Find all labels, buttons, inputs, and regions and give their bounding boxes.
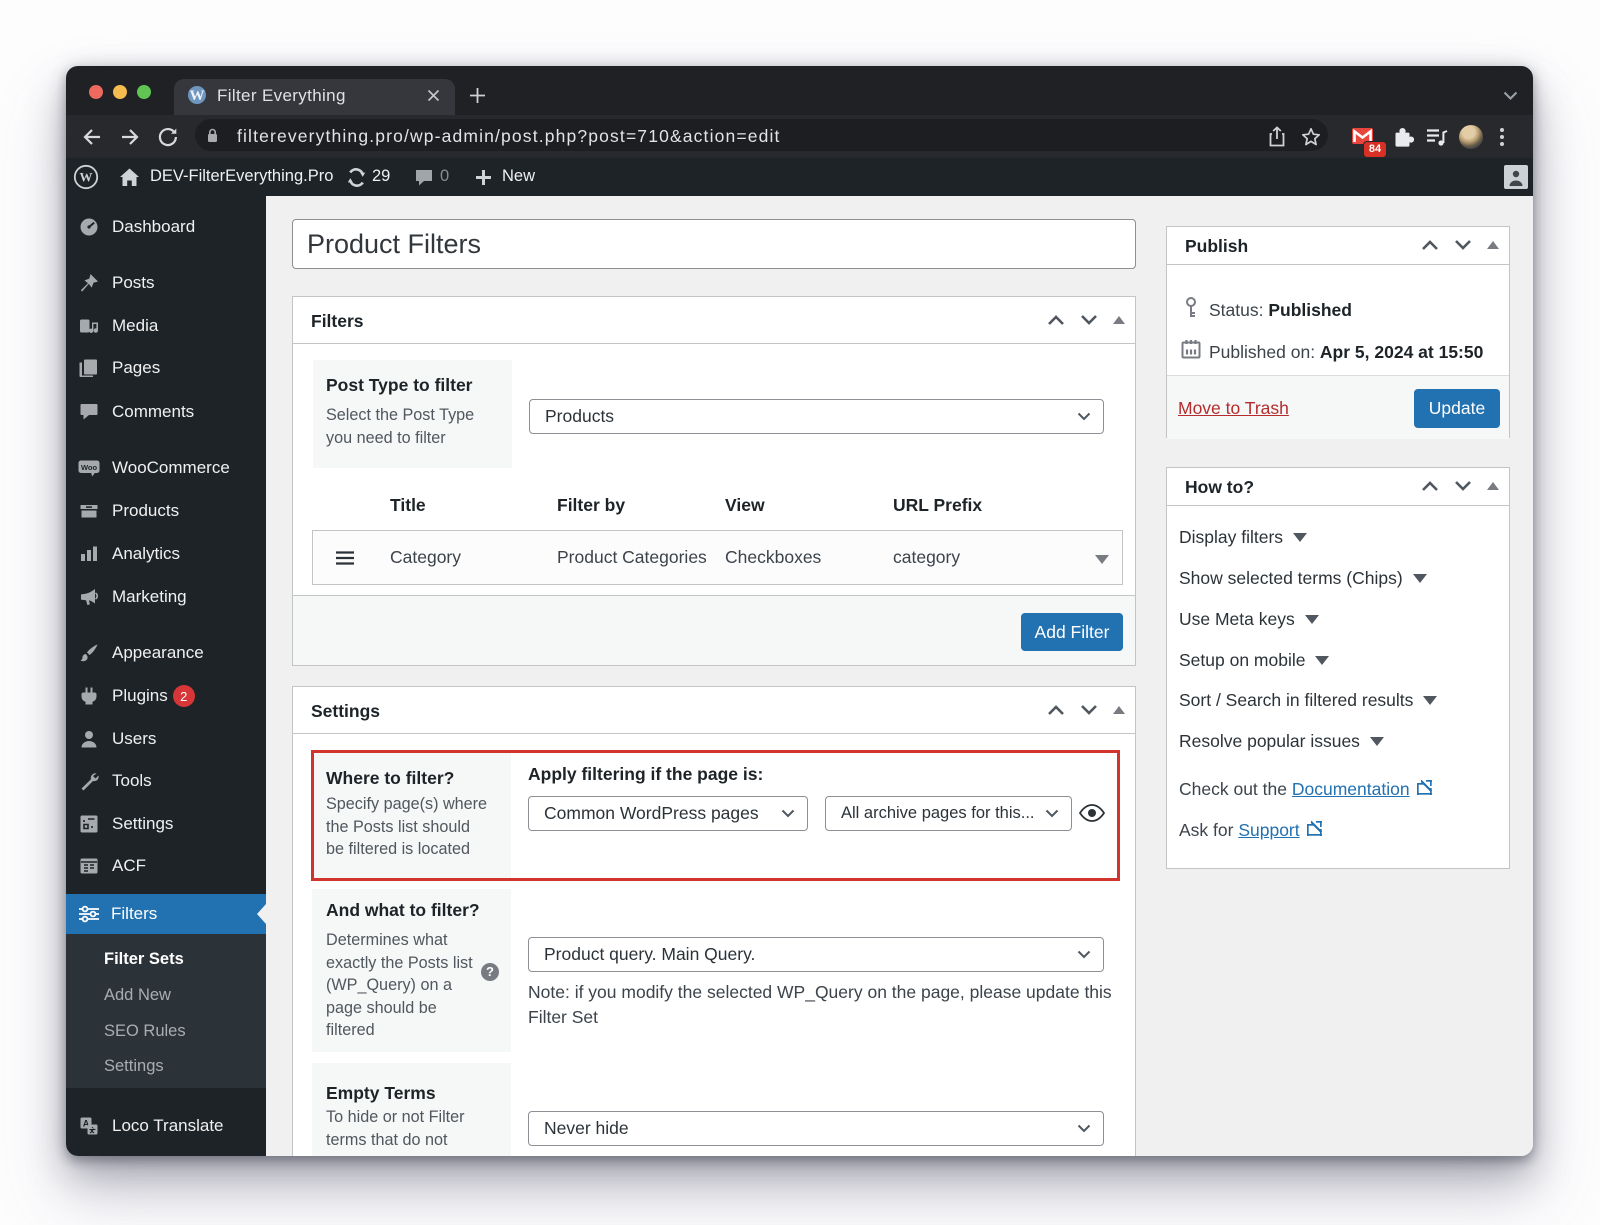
svg-text:Woo: Woo <box>81 463 98 472</box>
svg-text:W: W <box>80 170 93 185</box>
svg-text:W: W <box>190 88 205 104</box>
